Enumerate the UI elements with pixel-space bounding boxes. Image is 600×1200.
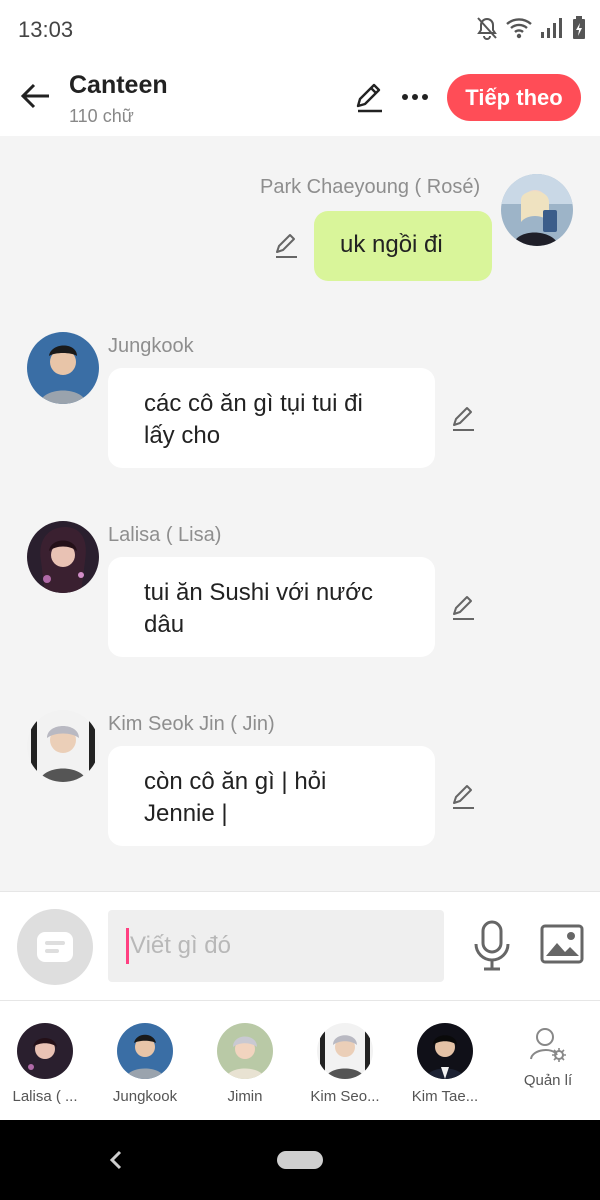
story-title: Canteen: [69, 71, 168, 99]
manage-users-icon: [530, 1028, 566, 1062]
avatar: [17, 1023, 73, 1079]
character-taehyung[interactable]: Kim Tae...: [397, 1023, 493, 1105]
message-line: tui ăn Sushi với nước: [144, 579, 373, 606]
microphone-icon: [474, 920, 510, 971]
message-bubble[interactable]: tui ăn Sushi với nước dâu: [108, 557, 435, 657]
pencil-icon: [356, 83, 382, 113]
message-type-button[interactable]: [17, 909, 93, 985]
character-bar: Lalisa ( ... Jungkook Jimin Kim Seo... K…: [0, 1001, 600, 1120]
message-line: các cô ăn gì tụi tui đi: [144, 390, 363, 417]
character-name: Lalisa ( ...: [12, 1088, 78, 1105]
avatar[interactable]: [27, 521, 99, 593]
status-time: 13:03: [18, 17, 74, 42]
signal-icon: [540, 17, 564, 44]
chat-bubble-icon: [37, 932, 73, 962]
avatar[interactable]: [27, 332, 99, 404]
avatar: [117, 1023, 173, 1079]
edit-message-button[interactable]: [449, 782, 477, 810]
status-icons: [476, 16, 586, 45]
manage-label: Quản lí: [523, 1072, 573, 1089]
composer-bar: [0, 891, 600, 1001]
edit-message-button[interactable]: [449, 593, 477, 621]
more-options-button[interactable]: [398, 80, 432, 114]
app-bar: Canteen 110 chữ Tiếp theo: [0, 60, 600, 136]
character-lisa[interactable]: Lalisa ( ...: [0, 1023, 93, 1105]
character-name: Kim Tae...: [411, 1088, 479, 1105]
pencil-icon: [453, 407, 474, 431]
sender-name: Park Chaeyoung ( Rosé): [260, 176, 481, 198]
arrow-back-icon: [20, 83, 49, 109]
notifications-off-icon: [476, 16, 498, 45]
next-button[interactable]: Tiếp theo: [447, 74, 581, 121]
character-name: Jimin: [227, 1088, 263, 1105]
character-jungkook[interactable]: Jungkook: [97, 1023, 193, 1105]
avatar: [317, 1023, 373, 1079]
message-line: lấy cho: [144, 422, 221, 449]
back-button[interactable]: [16, 76, 56, 116]
microphone-button[interactable]: [472, 920, 512, 972]
word-count: 110 chữ: [69, 106, 134, 126]
character-jin[interactable]: Kim Seo...: [297, 1023, 393, 1105]
avatar[interactable]: [501, 174, 573, 246]
edit-title-button[interactable]: [352, 80, 386, 114]
message-line: dâu: [144, 611, 185, 638]
image-button[interactable]: [540, 924, 584, 964]
character-name: Jungkook: [112, 1088, 178, 1105]
pencil-icon: [453, 596, 474, 620]
system-home-button[interactable]: [277, 1151, 323, 1169]
image-icon: [540, 924, 584, 964]
sender-name: Lalisa ( Lisa): [108, 524, 222, 546]
system-back-button[interactable]: [104, 1142, 128, 1178]
avatar[interactable]: [27, 710, 99, 782]
message-input-box[interactable]: [108, 910, 444, 982]
character-name: Kim Seo...: [310, 1088, 380, 1105]
message-bubble[interactable]: còn cô ăn gì | hỏi Jennie |: [108, 746, 435, 846]
edit-message-button[interactable]: [449, 404, 477, 432]
message-input[interactable]: [130, 926, 430, 966]
avatar: [417, 1023, 473, 1079]
wifi-icon: [506, 17, 532, 44]
message-bubble[interactable]: uk ngồi đi: [314, 211, 492, 281]
message-line: còn cô ăn gì | hỏi: [144, 768, 327, 795]
sender-name: Jungkook: [108, 335, 194, 357]
chat-area[interactable]: Park Chaeyoung ( Rosé) uk ngồi đi Jungko…: [0, 136, 600, 891]
battery-icon: [572, 16, 586, 45]
manage-characters-button[interactable]: Quản lí: [508, 1025, 588, 1089]
chevron-left-icon: [109, 1150, 122, 1170]
message-bubble[interactable]: các cô ăn gì tụi tui đi lấy cho: [108, 368, 435, 468]
text-cursor: [126, 928, 129, 964]
pencil-icon: [276, 234, 297, 258]
character-jimin[interactable]: Jimin: [197, 1023, 293, 1105]
more-horizontal-icon: [402, 94, 428, 100]
avatar: [217, 1023, 273, 1079]
edit-message-button[interactable]: [272, 231, 300, 259]
message-line: uk ngồi đi: [340, 231, 443, 258]
sender-name: Kim Seok Jin ( Jin): [108, 713, 275, 735]
system-nav-bar: [0, 1120, 600, 1200]
status-bar: 13:03: [0, 0, 600, 60]
pencil-icon: [453, 785, 474, 809]
message-line: Jennie |: [144, 800, 228, 827]
